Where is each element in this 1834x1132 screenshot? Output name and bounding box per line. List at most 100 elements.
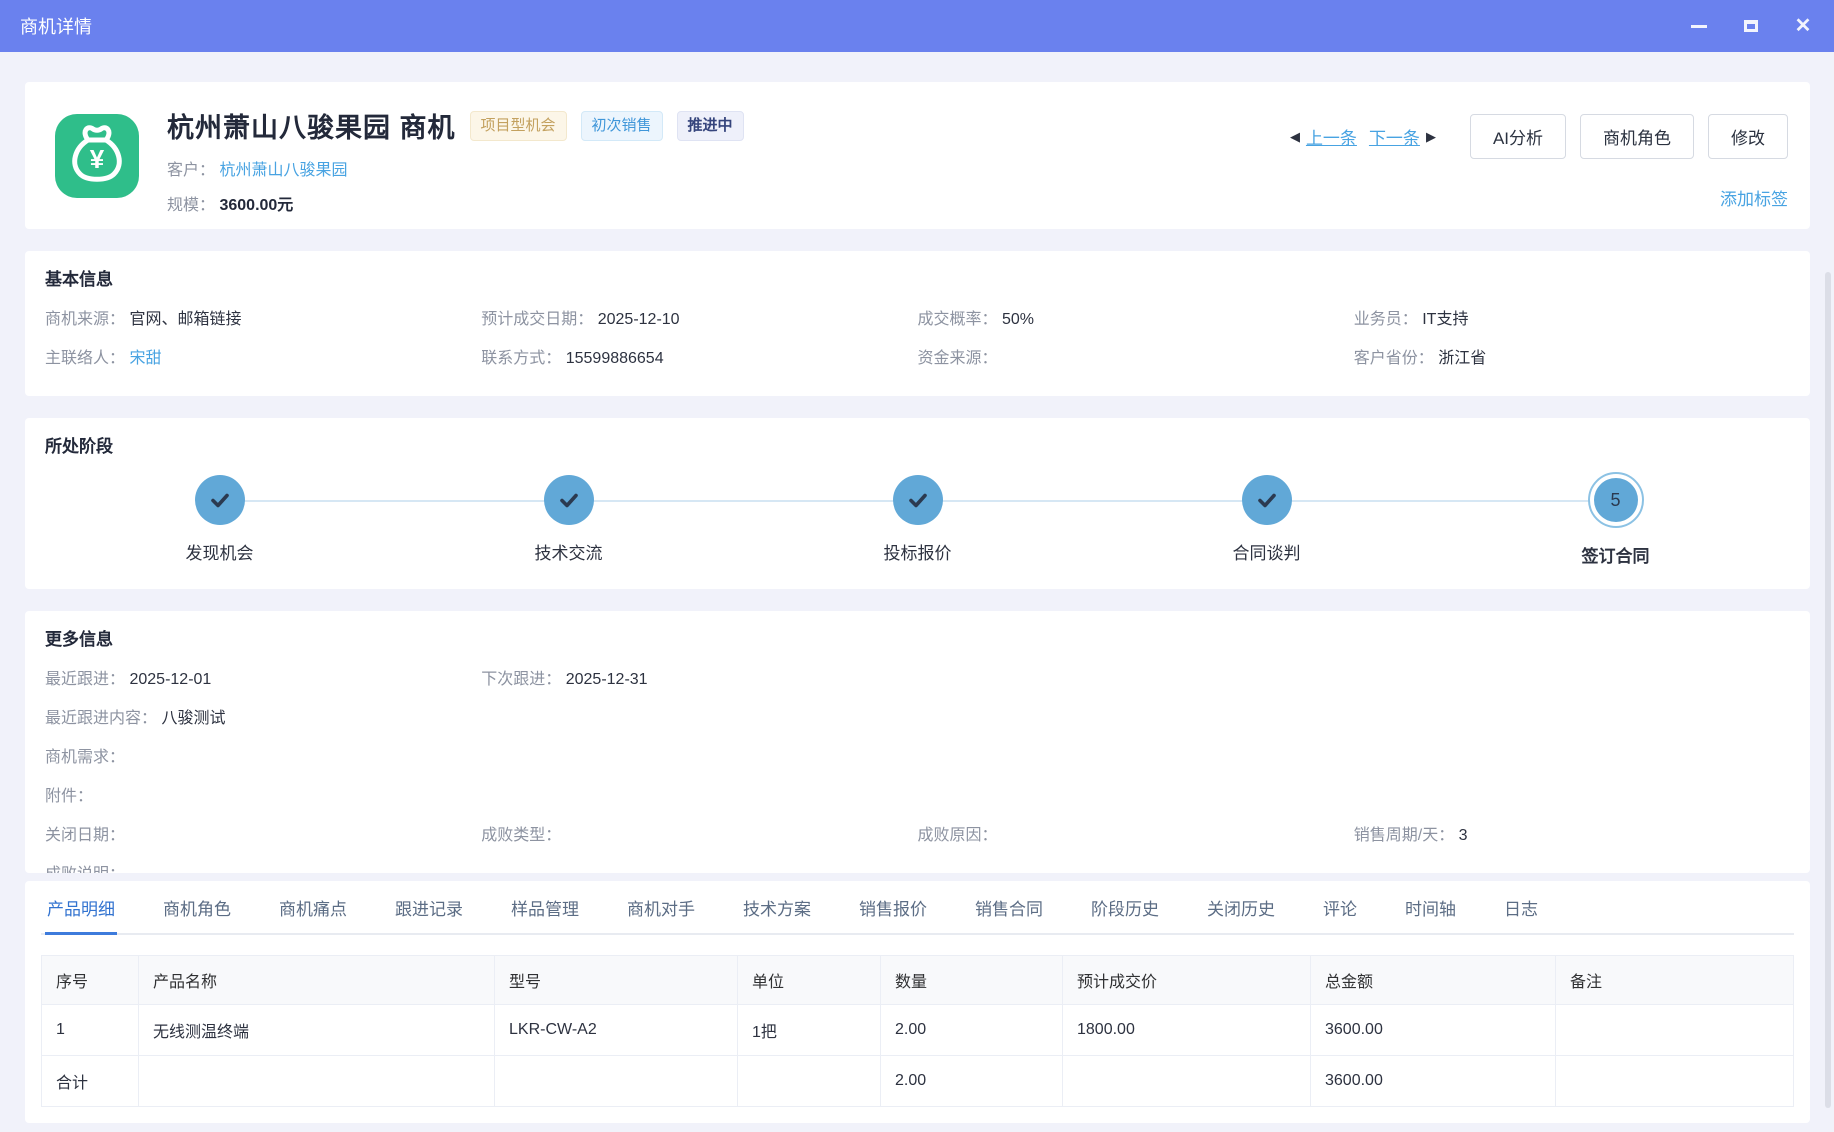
ai-analysis-button[interactable]: AI分析 <box>1470 114 1566 159</box>
opportunity-title: 杭州萧山八骏果园 商机 <box>167 106 456 145</box>
field-source: 商机来源： 官网、邮箱链接 <box>45 300 481 339</box>
field-recent-content: 最近跟进内容： 八骏测试 <box>45 699 1790 738</box>
cell-remark <box>1556 1005 1794 1056</box>
col-remark: 备注 <box>1556 956 1794 1005</box>
close-button[interactable]: ✕ <box>1792 15 1814 37</box>
detail-tabs-section: 产品明细 商机角色 商机痛点 跟进记录 样品管理 商机对手 技术方案 销售报价 … <box>25 881 1810 1123</box>
tab-stage-history[interactable]: 阶段历史 <box>1089 881 1161 935</box>
cell-expected-price: 1800.00 <box>1063 1005 1311 1056</box>
field-expected-date: 预计成交日期： 2025-12-10 <box>481 300 917 339</box>
minimize-button[interactable] <box>1688 15 1710 37</box>
field-result-reason: 成败原因： <box>918 816 1354 855</box>
tab-follow-records[interactable]: 跟进记录 <box>393 881 465 935</box>
close-icon: ✕ <box>1795 16 1812 36</box>
add-tag-link[interactable]: 添加标签 <box>1720 185 1788 210</box>
tab-logs[interactable]: 日志 <box>1502 881 1540 935</box>
opportunity-role-button[interactable]: 商机角色 <box>1580 114 1694 159</box>
total-label: 合计 <box>42 1056 139 1107</box>
field-result-type: 成败类型： <box>481 816 917 855</box>
stage-1-done-circle[interactable] <box>195 475 245 525</box>
next-arrow-icon[interactable]: ▶ <box>1426 129 1436 145</box>
maximize-button[interactable] <box>1740 15 1762 37</box>
col-expected-price: 预计成交价 <box>1063 956 1311 1005</box>
tab-timeline[interactable]: 时间轴 <box>1403 881 1458 935</box>
table-row[interactable]: 1 无线测温终端 LKR-CW-A2 1把 2.00 1800.00 3600.… <box>42 1005 1794 1056</box>
opportunity-header: ¥ 杭州萧山八骏果园 商机 项目型机会 初次销售 推进中 客户： 杭州萧山八骏果… <box>25 82 1810 229</box>
total-amount: 3600.00 <box>1311 1056 1556 1107</box>
col-index: 序号 <box>42 956 139 1005</box>
stage-1-label: 发现机会 <box>186 539 254 564</box>
product-detail-table: 序号 产品名称 型号 单位 数量 预计成交价 总金额 备注 1 无线测温终端 L… <box>41 955 1794 1107</box>
col-unit: 单位 <box>738 956 881 1005</box>
field-main-contact: 主联络人： 宋甜 <box>45 339 481 378</box>
tab-sales-contract[interactable]: 销售合同 <box>973 881 1045 935</box>
stage-5-label: 签订合同 <box>1582 542 1650 567</box>
tab-close-history[interactable]: 关闭历史 <box>1205 881 1277 935</box>
stage-3-label: 投标报价 <box>884 539 952 564</box>
svg-text:¥: ¥ <box>90 144 105 174</box>
tab-sample-management[interactable]: 样品管理 <box>509 881 581 935</box>
window-titlebar: 商机详情 ✕ <box>0 0 1834 52</box>
minimize-icon <box>1691 25 1707 28</box>
col-total-amount: 总金额 <box>1311 956 1556 1005</box>
tab-opportunity-role[interactable]: 商机角色 <box>161 881 233 935</box>
tab-sales-quote[interactable]: 销售报价 <box>857 881 929 935</box>
total-quantity: 2.00 <box>881 1056 1063 1107</box>
stage-step-2: 技术交流 <box>394 473 743 567</box>
tab-pain-points[interactable]: 商机痛点 <box>277 881 349 935</box>
more-info-section: 更多信息 最近跟进： 2025-12-01 下次跟进： 2025-12-31 最… <box>25 611 1810 873</box>
field-province: 客户省份： 浙江省 <box>1354 339 1790 378</box>
field-attachment: 附件： <box>45 777 1790 816</box>
cell-total-amount: 3600.00 <box>1311 1005 1556 1056</box>
stage-3-done-circle[interactable] <box>893 475 943 525</box>
field-phone: 联系方式： 15599886654 <box>481 339 917 378</box>
tab-technical-plan[interactable]: 技术方案 <box>741 881 813 935</box>
stage-step-1: 发现机会 <box>45 473 394 567</box>
customer-label: 客户： <box>167 162 215 179</box>
cell-quantity: 2.00 <box>881 1005 1063 1056</box>
maximize-icon <box>1744 20 1758 32</box>
basic-info-section: 基本信息 商机来源： 官网、邮箱链接 预计成交日期： 2025-12-10 成交… <box>25 251 1810 396</box>
field-recent-follow: 最近跟进： 2025-12-01 <box>45 660 481 699</box>
stage-4-label: 合同谈判 <box>1233 539 1301 564</box>
stage-step-4: 合同谈判 <box>1092 473 1441 567</box>
scale-label: 规模： <box>167 197 215 214</box>
check-icon <box>557 488 581 512</box>
next-record-link[interactable]: 下一条 <box>1369 124 1420 149</box>
field-demand: 商机需求： <box>45 738 1790 777</box>
stage-5-number: 5 <box>1594 478 1638 522</box>
total-unit <box>738 1056 881 1107</box>
cell-unit: 1把 <box>738 1005 881 1056</box>
contact-link[interactable]: 宋甜 <box>129 350 161 367</box>
stage-stepper: 发现机会 技术交流 投标报价 合同谈判 <box>45 473 1790 567</box>
tab-product-detail[interactable]: 产品明细 <box>45 881 117 935</box>
check-icon <box>1255 488 1279 512</box>
tab-competitors[interactable]: 商机对手 <box>625 881 697 935</box>
customer-link[interactable]: 杭州萧山八骏果园 <box>219 162 347 179</box>
total-remark <box>1556 1056 1794 1107</box>
tag-status: 推进中 <box>677 111 744 141</box>
prev-arrow-icon[interactable]: ◀ <box>1290 129 1300 145</box>
scale-value: 3600.00元 <box>219 197 293 214</box>
col-quantity: 数量 <box>881 956 1063 1005</box>
stage-heading: 所处阶段 <box>45 432 1790 457</box>
cell-index: 1 <box>42 1005 139 1056</box>
check-icon <box>906 488 930 512</box>
stage-5-current-circle[interactable]: 5 <box>1588 472 1644 528</box>
vertical-scrollbar[interactable] <box>1825 272 1831 1108</box>
col-model: 型号 <box>495 956 738 1005</box>
basic-info-heading: 基本信息 <box>45 265 1790 290</box>
field-salesman: 业务员： IT支持 <box>1354 300 1790 339</box>
edit-button[interactable]: 修改 <box>1708 114 1788 159</box>
field-probability: 成交概率： 50% <box>918 300 1354 339</box>
field-sales-cycle: 销售周期/天： 3 <box>1354 816 1790 855</box>
cell-model: LKR-CW-A2 <box>495 1005 738 1056</box>
prev-record-link[interactable]: 上一条 <box>1306 124 1357 149</box>
field-close-date: 关闭日期： <box>45 816 481 855</box>
tab-comments[interactable]: 评论 <box>1321 881 1359 935</box>
stage-2-done-circle[interactable] <box>544 475 594 525</box>
col-product-name: 产品名称 <box>139 956 495 1005</box>
field-next-follow: 下次跟进： 2025-12-31 <box>481 660 1790 699</box>
total-expected-price <box>1063 1056 1311 1107</box>
stage-4-done-circle[interactable] <box>1242 475 1292 525</box>
